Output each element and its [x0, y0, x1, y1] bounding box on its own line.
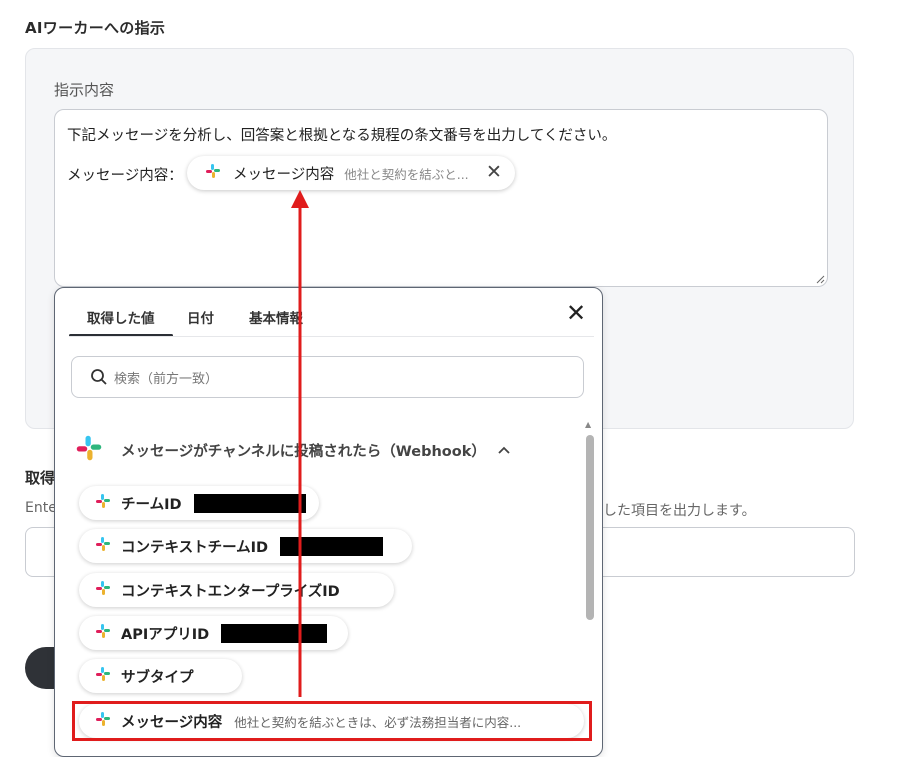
list-item[interactable]: APIアプリID	[79, 616, 348, 650]
item-label: コンテキストチームID	[121, 539, 269, 556]
item-label: チームID	[121, 496, 182, 513]
search-icon	[91, 369, 107, 385]
resize-grip-icon[interactable]	[815, 274, 825, 284]
item-label: サブタイプ	[121, 669, 194, 686]
instruction-label: 指示内容	[54, 81, 115, 99]
token-name: メッセージ内容	[233, 166, 335, 183]
instruction-line-1: 下記メッセージを分析し、回答案と根拠となる規程の条文番号を出力してください。	[67, 128, 617, 144]
second-field-desc-tail: した項目を出力します。	[603, 503, 756, 519]
slack-icon	[95, 536, 111, 556]
redacted-value	[221, 623, 328, 643]
tab-acquired-values[interactable]: 取得した値	[69, 307, 172, 337]
slack-icon	[95, 623, 111, 643]
search-input[interactable]: 検索（前方一致）	[71, 356, 584, 398]
redacted-value	[193, 493, 306, 513]
slack-icon	[75, 434, 103, 466]
scroll-up-icon[interactable]: ▲	[585, 420, 591, 429]
token-preview: 他社と契約を結ぶと...	[344, 166, 469, 182]
list-item[interactable]: サブタイプ	[79, 659, 242, 693]
section-title: AIワーカーへの指示	[25, 19, 166, 37]
picker-tabs: 取得した値 日付 基本情報	[69, 288, 602, 337]
scrollbar-thumb[interactable]	[586, 435, 594, 620]
search-placeholder: 検索（前方一致）	[114, 371, 219, 387]
list-item[interactable]: コンテキストエンタープライズID	[79, 573, 394, 607]
slack-icon	[95, 580, 111, 600]
tab-basic-info[interactable]: 基本情報	[249, 307, 303, 327]
item-label: コンテキストエンタープライズID	[121, 583, 340, 600]
list-item[interactable]: コンテキストチームID	[79, 529, 412, 563]
value-picker-dropdown: 取得した値 日付 基本情報 ✕ 検索（前方一致） メッセージがチャンネルに投稿さ…	[54, 287, 603, 757]
item-label: APIアプリID	[121, 626, 210, 643]
second-field-label: 取得	[25, 469, 56, 487]
trigger-group-header[interactable]: メッセージがチャンネルに投稿されたら（Webhook）	[75, 434, 510, 466]
slack-icon	[95, 666, 111, 686]
tabs-divider	[69, 336, 594, 337]
second-field-desc: Ente	[25, 500, 57, 516]
message-content-label: メッセージ内容：	[67, 168, 183, 184]
slack-icon	[95, 493, 111, 513]
remove-token-icon[interactable]: ✕	[483, 161, 505, 183]
list-item[interactable]: チームID	[79, 486, 319, 520]
close-icon[interactable]: ✕	[564, 300, 588, 326]
tab-date[interactable]: 日付	[187, 307, 214, 327]
message-content-token[interactable]: メッセージ内容 他社と契約を結ぶと... ✕	[187, 156, 515, 190]
highlight-box	[72, 701, 592, 741]
redacted-value	[280, 536, 384, 556]
slack-icon	[205, 163, 221, 183]
chevron-up-icon[interactable]	[498, 446, 510, 454]
instruction-textarea[interactable]: 下記メッセージを分析し、回答案と根拠となる規程の条文番号を出力してください。 メ…	[54, 109, 828, 287]
group-title: メッセージがチャンネルに投稿されたら（Webhook）	[121, 443, 486, 460]
